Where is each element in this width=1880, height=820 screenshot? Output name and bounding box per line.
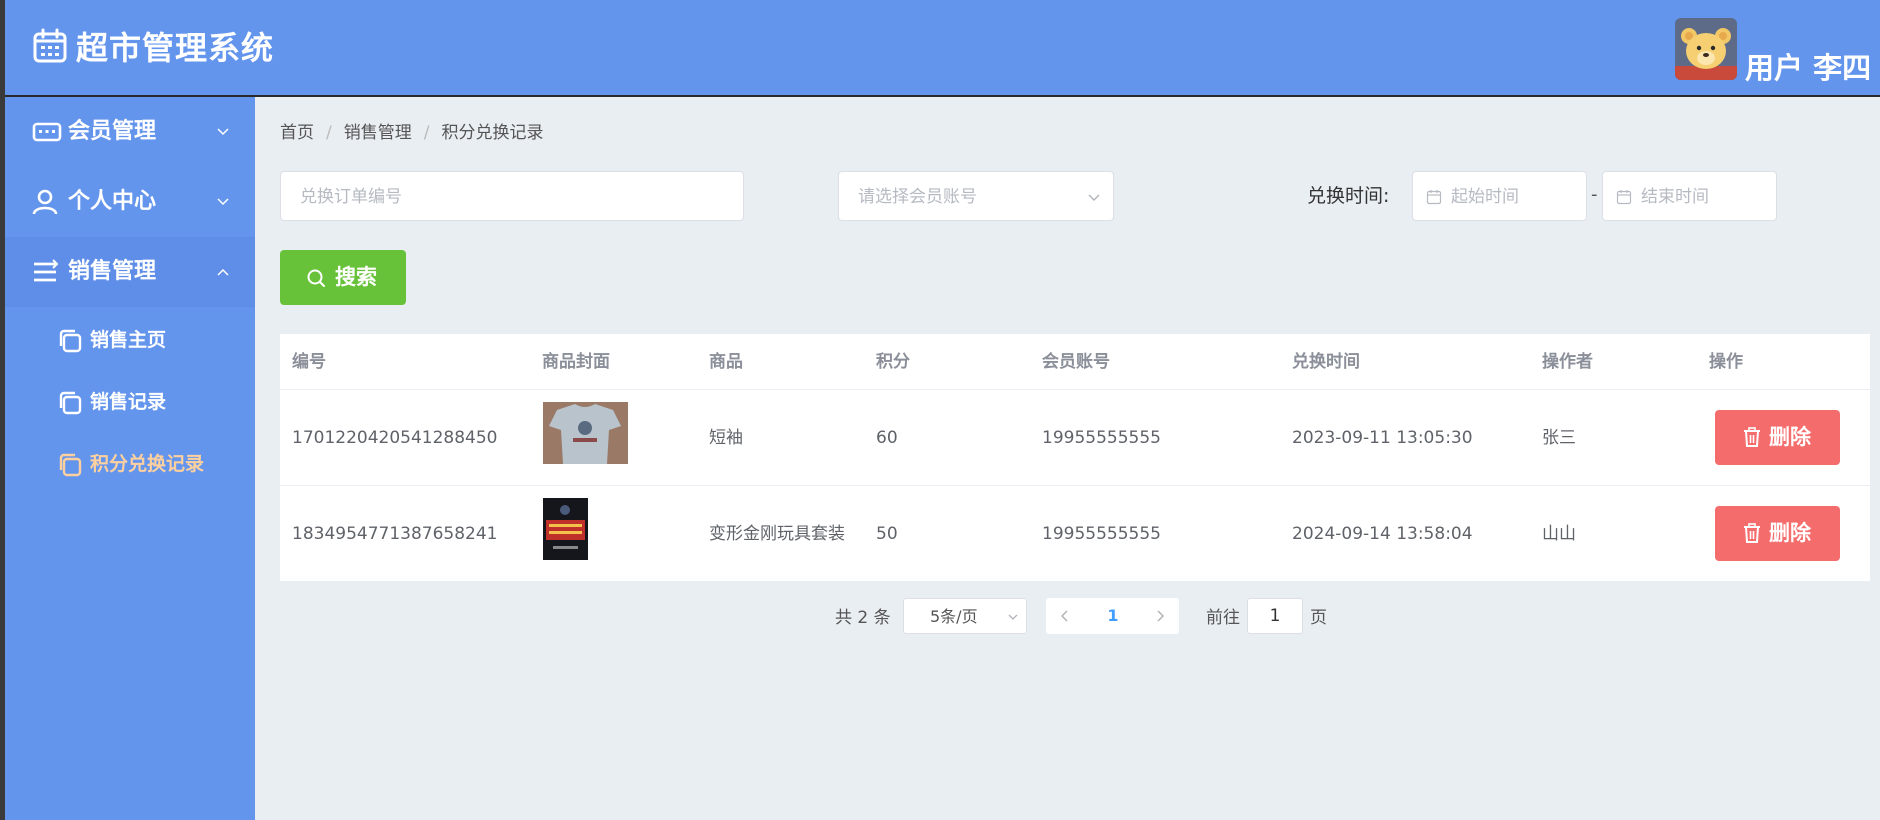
- copy-icon: [59, 391, 82, 415]
- delete-button-label: 删除: [1769, 521, 1811, 545]
- user-icon: [32, 189, 58, 215]
- sidebar: 会员管理 个人中心 销售管理 销售主页 销售记录 积分兑换记录: [5, 97, 255, 820]
- chevron-down-icon: [1088, 194, 1100, 201]
- search-icon: [307, 269, 325, 287]
- cell-id: 1834954771387658241: [292, 524, 498, 544]
- start-date-picker[interactable]: 起始时间: [1412, 171, 1587, 221]
- sidebar-item-label: 销售主页: [90, 329, 167, 351]
- delete-button[interactable]: 删除: [1715, 410, 1840, 465]
- breadcrumb-sales[interactable]: 销售管理: [344, 121, 412, 145]
- breadcrumb-separator: /: [423, 123, 430, 143]
- chevron-up-icon: [217, 268, 229, 276]
- goto-suffix: 页: [1310, 608, 1327, 628]
- exchange-records-table: 编号 商品封面 商品 积分 会员账号 兑换时间 操作者 操作 170122042…: [280, 334, 1870, 581]
- sidebar-item-points-exchange[interactable]: 积分兑换记录: [5, 440, 255, 490]
- cell-operator: 山山: [1542, 524, 1576, 544]
- sidebar-group-profile[interactable]: 个人中心: [5, 167, 255, 237]
- bear-avatar-icon: [1675, 18, 1737, 80]
- sidebar-group-label: 会员管理: [68, 119, 157, 144]
- column-header: 积分: [876, 352, 910, 372]
- trash-icon: [1744, 427, 1760, 447]
- tshirt-image: [543, 402, 628, 464]
- page-size-select[interactable]: 5条/页: [903, 598, 1027, 634]
- cell-points: 60: [876, 428, 898, 448]
- calendar-icon: [1426, 190, 1442, 205]
- table-row: 1701220420541288450 短袖 60 19955555555 20…: [280, 390, 1870, 486]
- date-range-separator: -: [1591, 184, 1598, 205]
- chevron-down-icon: [1008, 614, 1018, 620]
- calendar-icon: [1616, 190, 1632, 205]
- cell-points: 50: [876, 524, 898, 544]
- order-number-placeholder: 兑换订单编号: [300, 187, 402, 207]
- goto-prefix: 前往: [1206, 608, 1240, 628]
- column-header: 兑换时间: [1292, 352, 1360, 372]
- search-button[interactable]: 搜索: [280, 250, 406, 305]
- trash-icon: [1744, 523, 1760, 543]
- sidebar-group-label: 个人中心: [68, 189, 157, 214]
- column-header: 编号: [292, 352, 326, 372]
- member-account-select[interactable]: 请选择会员账号: [838, 171, 1114, 221]
- search-button-label: 搜索: [335, 265, 377, 289]
- order-number-input[interactable]: 兑换订单编号: [280, 171, 744, 221]
- breadcrumb-home[interactable]: 首页: [280, 121, 314, 145]
- end-date-picker[interactable]: 结束时间: [1602, 171, 1777, 221]
- breadcrumb: 首页 / 销售管理 / 积分兑换记录: [280, 121, 543, 145]
- calendar-icon: [33, 28, 67, 63]
- breadcrumb-separator: /: [326, 123, 332, 143]
- top-header: 超市管理系统 用户 李四: [5, 0, 1880, 97]
- sidebar-group-member[interactable]: 会员管理: [5, 97, 255, 167]
- table-header: 编号 商品封面 商品 积分 会员账号 兑换时间 操作者 操作: [280, 334, 1870, 390]
- cell-id: 1701220420541288450: [292, 428, 498, 448]
- page-size-value: 5条/页: [930, 607, 978, 626]
- copy-icon: [59, 453, 82, 477]
- exchange-time-label: 兑换时间:: [1307, 185, 1390, 207]
- keyboard-icon: [32, 122, 62, 142]
- breadcrumb-current: 积分兑换记录: [441, 123, 544, 143]
- column-header: 会员账号: [1042, 352, 1110, 372]
- product-cover-image: [543, 498, 588, 560]
- user-label: 用户 李四: [1745, 51, 1872, 85]
- avatar[interactable]: [1675, 18, 1737, 80]
- list-icon: [34, 259, 59, 282]
- main-content: 首页 / 销售管理 / 积分兑换记录 兑换订单编号 请选择会员账号 兑换时间: …: [255, 97, 1880, 820]
- page-number-current[interactable]: 1: [1101, 604, 1125, 628]
- end-date-placeholder: 结束时间: [1641, 187, 1709, 207]
- sidebar-item-sales-home[interactable]: 销售主页: [5, 316, 255, 366]
- goto-page-input[interactable]: 1: [1247, 598, 1303, 634]
- delete-button[interactable]: 删除: [1715, 506, 1840, 561]
- cell-member: 19955555555: [1042, 524, 1161, 544]
- sidebar-item-sales-records[interactable]: 销售记录: [5, 378, 255, 428]
- member-account-placeholder: 请选择会员账号: [858, 187, 977, 207]
- column-header: 商品封面: [542, 352, 610, 372]
- product-cover-image: [543, 402, 628, 464]
- cell-time: 2024-09-14 13:58:04: [1292, 524, 1473, 544]
- copy-icon: [59, 329, 82, 353]
- toy-box-image: [543, 498, 588, 560]
- column-header: 商品: [709, 352, 743, 372]
- pagination-nav: 1: [1046, 598, 1179, 634]
- sidebar-group-label: 销售管理: [68, 259, 157, 284]
- cell-member: 19955555555: [1042, 428, 1161, 448]
- app-title: 超市管理系统: [76, 29, 275, 67]
- delete-button-label: 删除: [1769, 425, 1811, 449]
- cell-time: 2023-09-11 13:05:30: [1292, 428, 1473, 448]
- app-window: 超市管理系统 用户 李四 会员管理 个人中心 销售管理 销售主页 销售记录 积分…: [5, 0, 1880, 820]
- column-header: 操作: [1709, 352, 1743, 372]
- cell-product: 变形金刚玩具套装: [709, 524, 845, 544]
- chevron-left-icon[interactable]: [1057, 608, 1073, 624]
- cell-product: 短袖: [709, 428, 743, 448]
- sidebar-item-label: 销售记录: [90, 391, 167, 413]
- pagination-total: 共 2 条: [835, 608, 891, 628]
- table-row: 1834954771387658241 变形金刚玩具套装 50 19955555…: [280, 486, 1870, 582]
- cell-operator: 张三: [1542, 428, 1576, 448]
- sidebar-item-label: 积分兑换记录: [90, 453, 205, 475]
- chevron-down-icon: [217, 128, 229, 136]
- start-date-placeholder: 起始时间: [1451, 187, 1519, 207]
- sidebar-group-sales[interactable]: 销售管理: [5, 237, 255, 307]
- column-header: 操作者: [1542, 352, 1593, 372]
- chevron-right-icon[interactable]: [1152, 608, 1168, 624]
- chevron-down-icon: [217, 198, 229, 206]
